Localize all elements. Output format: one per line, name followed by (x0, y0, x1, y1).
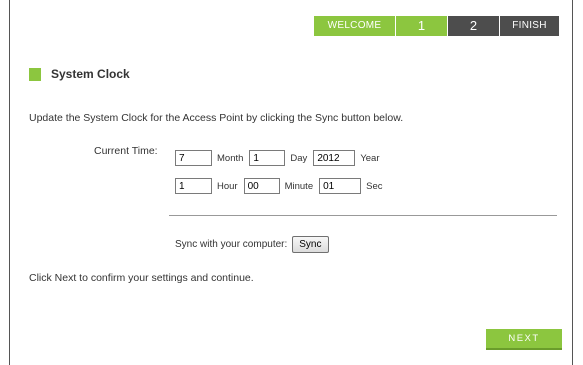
section-heading: System Clock (29, 67, 130, 81)
sync-label: Sync with your computer: (175, 239, 288, 250)
sync-button[interactable]: Sync (292, 236, 329, 253)
sec-label: Sec (366, 180, 383, 192)
month-label: Month (217, 152, 244, 164)
sec-input[interactable] (319, 178, 362, 194)
current-time-label: Current Time: (94, 145, 158, 157)
divider (169, 215, 557, 216)
year-label: Year (360, 152, 380, 164)
step-finish: FINISH (499, 16, 559, 36)
next-button[interactable]: NEXT (486, 329, 562, 350)
description-text: Update the System Clock for the Access P… (29, 112, 404, 124)
time-row: Hour Minute Sec (175, 178, 388, 194)
day-label: Day (290, 152, 308, 164)
month-input[interactable] (175, 150, 212, 166)
minute-input[interactable] (243, 178, 280, 194)
hour-label: Hour (217, 180, 238, 192)
section-marker-icon (29, 67, 41, 81)
sync-row: Sync with your computer: Sync (175, 236, 329, 253)
year-input[interactable] (313, 150, 356, 166)
hour-input[interactable] (175, 178, 212, 194)
confirm-text: Click Next to confirm your settings and … (29, 272, 254, 284)
wizard-steps: WELCOME 1 2 FINISH (314, 16, 559, 36)
day-input[interactable] (249, 150, 286, 166)
step-2-current: 2 (447, 16, 499, 36)
minute-label: Minute (284, 180, 314, 192)
step-1: 1 (395, 16, 447, 36)
step-welcome: WELCOME (314, 16, 395, 36)
section-title: System Clock (51, 67, 130, 81)
date-row: Month Day Year (175, 150, 386, 166)
